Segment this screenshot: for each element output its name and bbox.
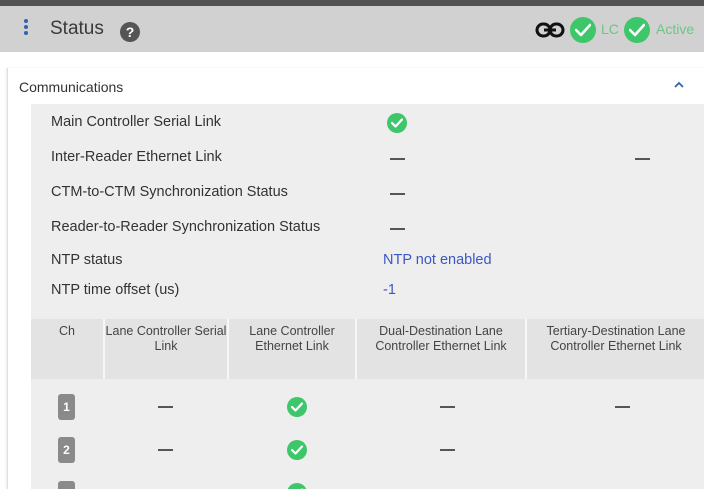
check-icon xyxy=(287,483,307,489)
column-header-ethernet: Lane Controller Ethernet Link xyxy=(227,319,355,379)
dash-icon xyxy=(390,193,405,195)
active-status-label: Active xyxy=(656,21,695,37)
dash-icon xyxy=(440,449,455,451)
dash-icon xyxy=(440,406,455,408)
column-header-dual: Dual-Destination Lane Controller Etherne… xyxy=(355,319,525,379)
active-check-icon xyxy=(624,17,650,43)
check-icon xyxy=(387,113,407,133)
dash-icon xyxy=(390,228,405,230)
communications-panel: Communications Main Controller Serial Li… xyxy=(7,68,704,489)
chevron-up-icon[interactable] xyxy=(672,80,686,90)
page-title: Status xyxy=(50,18,104,39)
status-label: CTM-to-CTM Synchronization Status xyxy=(51,184,288,200)
status-row-inter-reader: Inter-Reader Ethernet Link xyxy=(51,147,691,169)
lc-status-label: LC xyxy=(601,21,619,37)
channel-badge: 3 xyxy=(58,481,75,489)
status-row-main-controller: Main Controller Serial Link xyxy=(51,112,691,134)
ntp-offset-value: -1 xyxy=(383,282,396,298)
status-label: Reader-to-Reader Synchronization Status xyxy=(51,219,321,235)
channel-badge: 2 xyxy=(58,437,75,463)
status-label: NTP status xyxy=(51,252,123,268)
status-row-ntp-offset: NTP time offset (us) -1 xyxy=(51,280,691,302)
column-header-serial: Lane Controller Serial Link xyxy=(103,319,227,379)
dash-icon xyxy=(390,158,405,160)
status-area: Main Controller Serial Link Inter-Reader… xyxy=(31,104,704,489)
check-icon xyxy=(287,440,307,460)
dash-icon xyxy=(615,406,630,408)
panel-title: Communications xyxy=(19,79,124,95)
question-circle-icon[interactable]: ? xyxy=(120,22,140,42)
column-header-ch: Ch xyxy=(31,319,103,379)
status-label: Main Controller Serial Link xyxy=(51,114,222,130)
kebab-menu-icon[interactable] xyxy=(23,19,29,41)
status-label: NTP time offset (us) xyxy=(51,282,180,298)
status-row-ntp-status: NTP status NTP not enabled xyxy=(51,250,691,272)
status-label: Inter-Reader Ethernet Link xyxy=(51,149,222,165)
channel-badge: 1 xyxy=(58,394,75,420)
status-row-reader-sync: Reader-to-Reader Synchronization Status xyxy=(51,217,691,239)
ntp-status-value: NTP not enabled xyxy=(383,252,492,268)
dash-icon xyxy=(158,406,173,408)
column-header-tertiary: Tertiary-Destination Lane Controller Eth… xyxy=(525,319,704,379)
status-header: Status ? LC Active xyxy=(0,0,704,52)
link-icon xyxy=(535,22,565,38)
dash-icon xyxy=(635,158,650,160)
status-row-ctm-sync: CTM-to-CTM Synchronization Status xyxy=(51,182,691,204)
lc-check-icon xyxy=(570,17,596,43)
check-icon xyxy=(287,397,307,417)
dash-icon xyxy=(158,449,173,451)
